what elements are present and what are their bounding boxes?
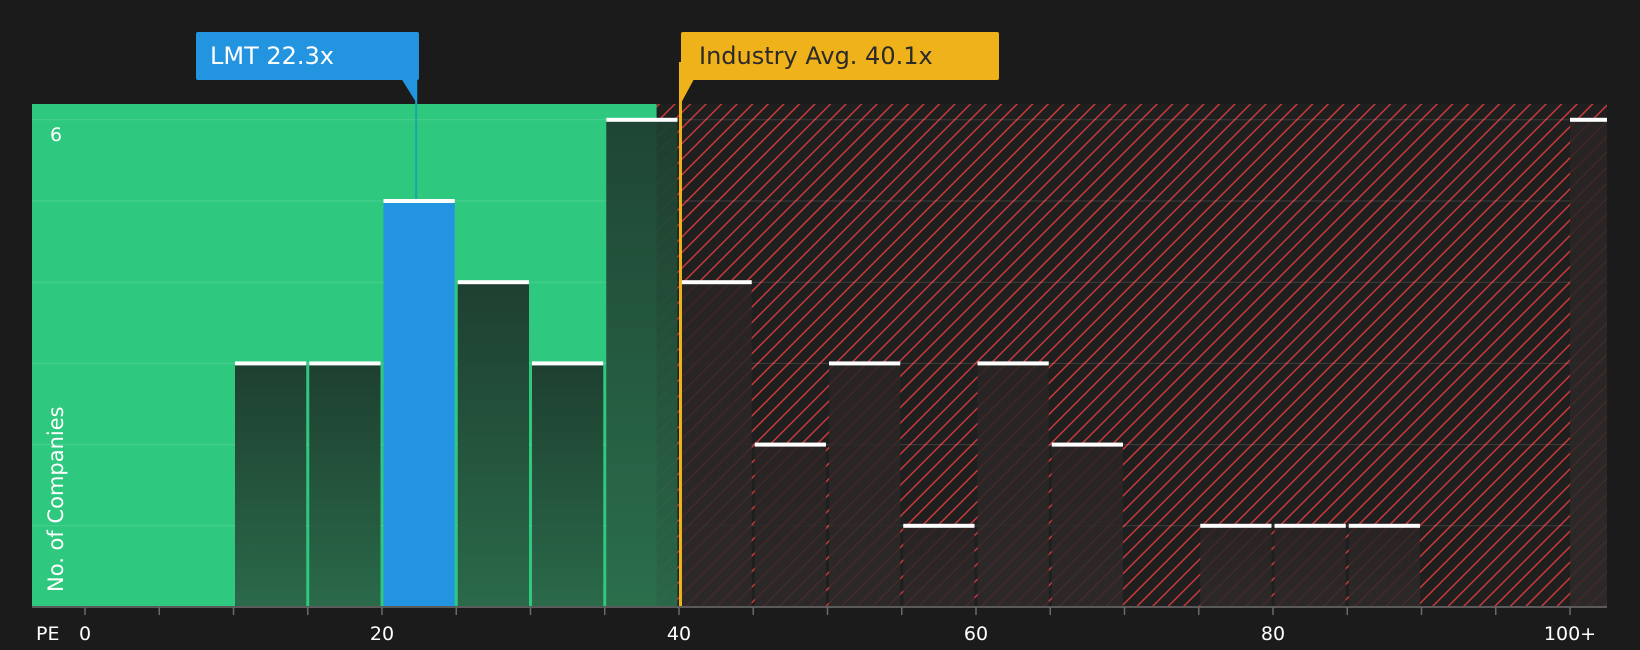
industry-avg-callout: Industry Avg. 40.1x (681, 32, 999, 80)
bar-top-cap (235, 361, 307, 366)
histogram-bar (532, 363, 604, 607)
bar-top-cap (383, 199, 455, 203)
histogram-bar (754, 444, 826, 607)
histogram-bar (977, 363, 1049, 607)
bar-top-cap (1051, 442, 1123, 447)
pe-distribution-chart: 0 20 40 60 80 100+ PE No. of Companies 6 (32, 62, 1607, 645)
y-axis-label: No. of Companies (44, 406, 68, 592)
bar-top-cap (680, 280, 752, 285)
histogram-bar (1348, 525, 1420, 607)
histogram-bar (1274, 525, 1346, 607)
histogram-bar (457, 282, 529, 607)
x-tick-label: 80 (1261, 623, 1285, 645)
company-pe-callout: LMT 22.3x (196, 32, 419, 80)
histogram-bar (903, 525, 975, 607)
histogram-bar (606, 119, 678, 608)
histogram-bar (309, 363, 381, 607)
bar-top-cap (977, 361, 1049, 366)
bar-top-cap (309, 361, 381, 366)
company-callout-pointer (402, 80, 418, 104)
bar-top-cap (903, 523, 975, 528)
histogram-bar (1570, 119, 1607, 608)
bar-top-cap (1200, 523, 1272, 528)
histogram-bar (680, 282, 752, 607)
bar-top-cap (1274, 523, 1346, 528)
x-tick-label: 20 (370, 623, 394, 645)
x-tick-label: 0 (79, 623, 91, 645)
y-tick-label: 6 (50, 124, 62, 146)
x-tick-label: 60 (964, 623, 988, 645)
histogram-bar (235, 363, 307, 607)
bar-top-cap (1570, 117, 1607, 122)
bar-top-cap (606, 117, 678, 122)
histogram-bar (829, 363, 901, 607)
bar-top-cap (532, 361, 604, 366)
histogram-bar (1200, 525, 1272, 607)
bar-top-cap (457, 280, 529, 285)
histogram-bar (383, 201, 455, 607)
x-axis-label: PE (36, 623, 59, 645)
bar-top-cap (1348, 523, 1420, 528)
bar-top-cap (829, 361, 901, 366)
industry-callout-pointer (679, 80, 694, 106)
x-tick-label: 40 (667, 623, 691, 645)
bar-top-cap (754, 442, 826, 447)
histogram-bar (1051, 444, 1123, 607)
x-tick-label: 100+ (1544, 623, 1596, 645)
